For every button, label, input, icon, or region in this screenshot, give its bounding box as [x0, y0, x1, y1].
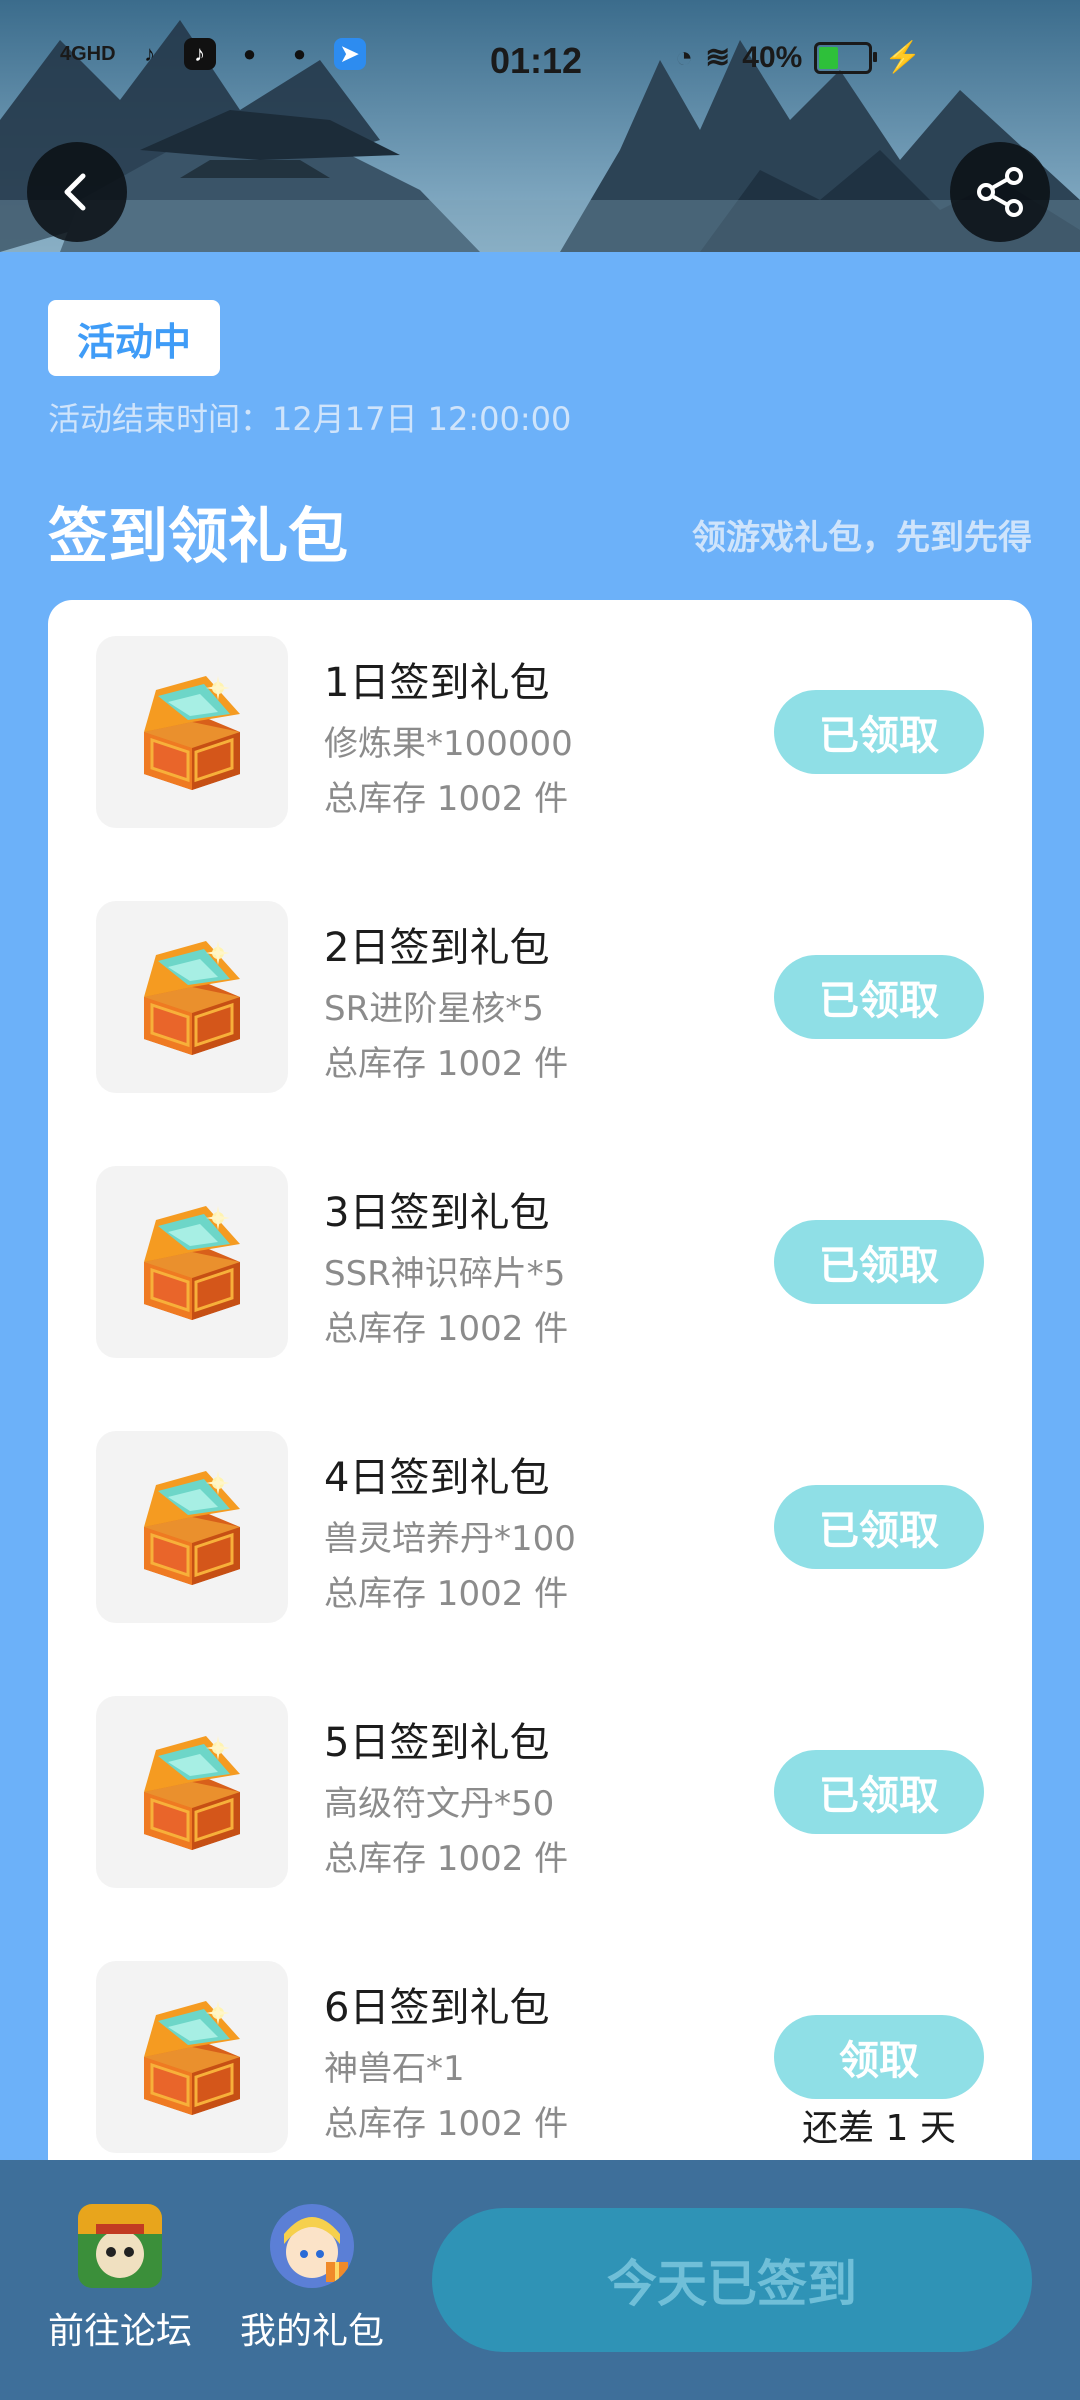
gift-item: 2日签到礼包 SR进阶星核*5 总库存 1002 件 已领取 — [48, 901, 1032, 1093]
gift-stock: 总库存 1002 件 — [324, 2104, 569, 2144]
gift-stock: 总库存 1002 件 — [324, 1839, 569, 1879]
signed-in-button[interactable]: 今天已签到 — [432, 2208, 1032, 2352]
qq-icon-2: ● — [292, 41, 307, 66]
claim-button[interactable]: 已领取 — [774, 1220, 984, 1304]
gift-title: 6日签到礼包 — [324, 1985, 550, 2031]
gift-title: 1日签到礼包 — [324, 660, 550, 706]
claim-button[interactable]: 已领取 — [774, 955, 984, 1039]
gift-description: SR进阶星核*5 — [324, 989, 544, 1029]
wifi-icon: ≋ — [705, 41, 731, 74]
forum-tab[interactable]: 前往论坛 — [35, 2204, 205, 2354]
forum-game-icon — [78, 2204, 162, 2288]
app-notification-icon: ➤ — [333, 38, 366, 70]
gift-item: 5日签到礼包 高级符文丹*50 总库存 1002 件 已领取 — [48, 1696, 1032, 1888]
gift-description: 修炼果*100000 — [324, 724, 573, 764]
gift-stock: 总库存 1002 件 — [324, 1309, 569, 1349]
gift-description: 高级符文丹*50 — [324, 1784, 555, 1824]
gift-title: 3日签到礼包 — [324, 1190, 550, 1236]
qq-icon: ● — [242, 41, 257, 66]
activity-end-time: 活动结束时间：12月17日 12:00:00 — [48, 400, 572, 438]
gift-stock: 总库存 1002 件 — [324, 1574, 569, 1614]
my-gifts-tab[interactable]: 我的礼包 — [227, 2204, 397, 2354]
forum-label: 前往论坛 — [47, 2311, 192, 2352]
treasure-chest-icon — [96, 1961, 288, 2153]
clock: 01:12 — [490, 40, 583, 81]
bottom-bar: 前往论坛 我的礼包 今天已签到 — [0, 2160, 1080, 2400]
gift-title: 4日签到礼包 — [324, 1455, 550, 1501]
days-remaining-note: 还差 1 天 — [802, 2108, 956, 2149]
section-subtitle: 领游戏礼包，先到先得 — [692, 518, 1032, 558]
claim-button[interactable]: 已领取 — [774, 1750, 984, 1834]
gift-item: 1日签到礼包 修炼果*100000 总库存 1002 件 已领取 — [48, 636, 1032, 828]
my-gifts-label: 我的礼包 — [239, 2311, 384, 2352]
chevron-left-icon — [64, 173, 86, 211]
tiktok-icon: ♪ — [144, 41, 156, 66]
network-indicator: 4GHD — [60, 43, 116, 65]
header-banner: 4GHD ♪ ♪ ● ● ➤ 01:12 ◔ ≋ 40% ⚡ — [0, 0, 1080, 252]
treasure-chest-icon — [96, 901, 288, 1093]
my-gifts-avatar-icon — [270, 2204, 354, 2288]
gift-title: 2日签到礼包 — [324, 925, 550, 971]
treasure-chest-icon — [96, 1696, 288, 1888]
share-button[interactable] — [950, 142, 1050, 242]
claim-button[interactable]: 领取 — [774, 2015, 984, 2099]
claim-button[interactable]: 已领取 — [774, 690, 984, 774]
gift-item: 6日签到礼包 神兽石*1 总库存 1002 件 领取 还差 1 天 — [48, 1961, 1032, 2153]
share-icon — [977, 167, 1023, 217]
gift-description: SSR神识碎片*5 — [324, 1254, 566, 1294]
treasure-chest-icon — [96, 636, 288, 828]
treasure-chest-icon — [96, 1431, 288, 1623]
back-button[interactable] — [27, 142, 127, 242]
claim-button[interactable]: 已领取 — [774, 1485, 984, 1569]
gift-item: 4日签到礼包 兽灵培养丹*100 总库存 1002 件 已领取 — [48, 1431, 1032, 1623]
charging-icon: ⚡ — [884, 41, 922, 74]
battery-icon — [814, 41, 878, 74]
gift-description: 神兽石*1 — [324, 2049, 465, 2089]
status-badge: 活动中 — [48, 300, 220, 376]
treasure-chest-icon — [96, 1166, 288, 1358]
status-bar: 4GHD ♪ ♪ ● ● ➤ 01:12 ◔ ≋ 40% ⚡ — [0, 30, 1080, 90]
gift-stock: 总库存 1002 件 — [324, 1044, 569, 1084]
tiktok-lite-icon: ♪ — [183, 38, 216, 70]
gift-stock: 总库存 1002 件 — [324, 779, 569, 819]
battery-percent: 40% — [742, 40, 803, 74]
gift-item: 3日签到礼包 SSR神识碎片*5 总库存 1002 件 已领取 — [48, 1166, 1032, 1358]
gift-title: 5日签到礼包 — [324, 1720, 550, 1766]
section-title: 签到领礼包 — [48, 502, 348, 572]
gift-description: 兽灵培养丹*100 — [324, 1519, 576, 1559]
gift-list: 1日签到礼包 修炼果*100000 总库存 1002 件 已领取 2日签到礼包 … — [48, 600, 1032, 2200]
alarm-icon: ◔ — [675, 40, 694, 74]
